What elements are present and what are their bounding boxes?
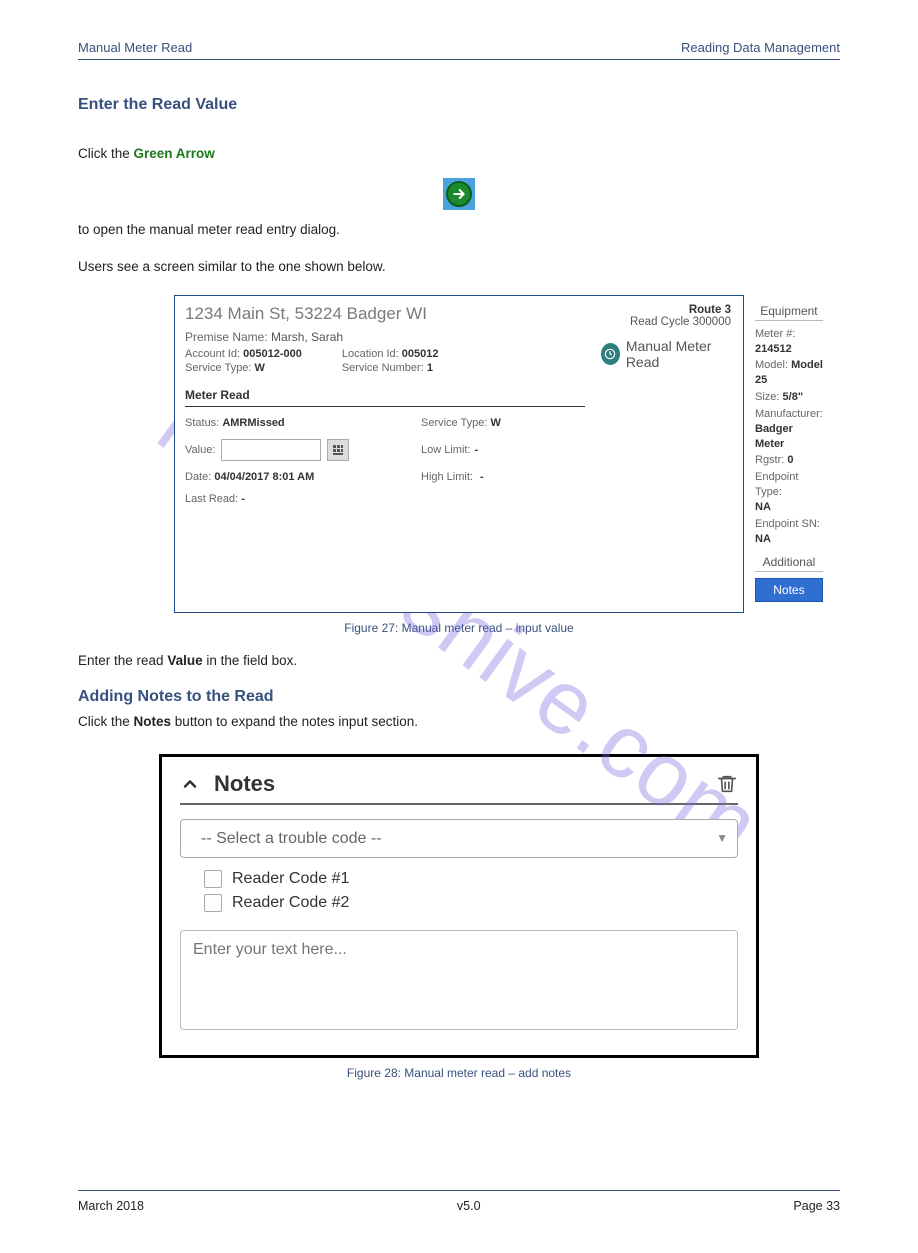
- read-cycle-label: Read Cycle 300000: [601, 316, 731, 328]
- service-number-value: 1: [427, 362, 433, 374]
- notes-header-title: Notes: [214, 771, 275, 797]
- manual-meter-read-dialog: 1234 Main St, 53224 Badger WI Premise Na…: [174, 295, 744, 613]
- last-read-value: -: [241, 493, 245, 505]
- reader-code-2-checkbox[interactable]: [204, 894, 222, 912]
- doc-header-right: Reading Data Management: [681, 40, 840, 55]
- premise-name-label: Premise Name:: [185, 330, 268, 344]
- figure27-caption: Figure 27: Manual meter read – input val…: [78, 621, 840, 635]
- endpoint-sn-label: Endpoint SN:: [755, 518, 820, 530]
- trouble-code-select[interactable]: -- Select a trouble code --: [180, 819, 738, 858]
- section-title-notes: Adding Notes to the Read: [78, 688, 840, 706]
- account-id-label: Account Id:: [185, 348, 240, 360]
- service-number-label: Service Number:: [342, 362, 424, 374]
- endpoint-type-value: NA: [755, 501, 771, 513]
- green-arrow-icon[interactable]: [443, 178, 475, 210]
- status-value: AMRMissed: [222, 417, 284, 429]
- service-type-value: W: [255, 362, 265, 374]
- endpoint-type-label: Endpoint Type:: [755, 471, 798, 498]
- notes-button[interactable]: Notes: [755, 578, 823, 602]
- manufacturer-label: Manufacturer:: [755, 408, 823, 420]
- meter-read-section-title: Meter Read: [185, 388, 585, 407]
- reader-code-2-label: Reader Code #2: [232, 894, 349, 912]
- model-label: Model:: [755, 359, 788, 371]
- size-value: 5/8": [783, 391, 804, 403]
- manual-meter-read-label: Manual Meter Read: [626, 338, 731, 370]
- register-value: 0: [787, 454, 793, 466]
- figure28-caption: Figure 28: Manual meter read – add notes: [78, 1066, 840, 1080]
- equipment-title: Equipment: [755, 304, 823, 321]
- status-label: Status:: [185, 417, 219, 429]
- meter-number-label: Meter #:: [755, 328, 795, 340]
- footer-left: March 2018: [78, 1199, 144, 1213]
- endpoint-sn-value: NA: [755, 533, 771, 545]
- register-label: Rgstr:: [755, 454, 784, 466]
- high-limit-value: -: [480, 471, 484, 483]
- date-label: Date:: [185, 471, 211, 483]
- keypad-icon[interactable]: [327, 439, 349, 461]
- doc-header-left: Manual Meter Read: [78, 40, 192, 55]
- input-instruction: Enter the read Value in the field box.: [78, 651, 840, 671]
- footer-right: Page 33: [793, 1199, 840, 1213]
- size-label: Size:: [755, 391, 779, 403]
- value-label: Value:: [185, 444, 215, 456]
- high-limit-label: High Limit:: [421, 471, 473, 483]
- date-value: 04/04/2017 8:01 AM: [214, 471, 314, 483]
- route-label: Route 3: [601, 304, 731, 316]
- meter-number-value: 214512: [755, 343, 792, 355]
- low-limit-label: Low Limit:: [421, 444, 471, 456]
- footer-center: v5.0: [457, 1199, 481, 1213]
- section-title-enter-value: Enter the Read Value: [78, 96, 840, 114]
- location-id-label: Location Id:: [342, 348, 399, 360]
- manufacturer-value: Badger Meter: [755, 423, 793, 450]
- meter-icon: [601, 343, 620, 365]
- notes-instruction: Click the Notes button to expand the not…: [78, 712, 840, 732]
- low-limit-value: -: [475, 444, 479, 456]
- read-svctype-value: W: [491, 417, 501, 429]
- address-heading: 1234 Main St, 53224 Badger WI: [185, 304, 585, 324]
- location-id-value: 005012: [402, 348, 439, 360]
- notes-textarea[interactable]: [180, 930, 738, 1030]
- instruction-paragraph-1: Click the Green Arrow: [78, 144, 840, 164]
- additional-title: Additional: [755, 555, 823, 572]
- green-arrow-label: Green Arrow: [134, 146, 215, 161]
- service-type-label: Service Type:: [185, 362, 251, 374]
- chevron-up-icon[interactable]: [180, 774, 200, 794]
- last-read-label: Last Read:: [185, 493, 238, 505]
- bottom-divider: [78, 1190, 840, 1191]
- premise-name-value: Marsh, Sarah: [271, 330, 343, 344]
- instruction-paragraph-1b: to open the manual meter read entry dial…: [78, 220, 840, 240]
- reader-code-1-label: Reader Code #1: [232, 870, 349, 888]
- reader-code-1-checkbox[interactable]: [204, 870, 222, 888]
- notes-panel: Notes -- Select a trouble code -- ▼ Read…: [159, 754, 759, 1058]
- trash-icon[interactable]: [716, 773, 738, 795]
- value-input[interactable]: [221, 439, 321, 461]
- top-divider: [78, 59, 840, 60]
- instruction-paragraph-2: Users see a screen similar to the one sh…: [78, 257, 840, 277]
- account-id-value: 005012-000: [243, 348, 302, 360]
- read-svctype-label: Service Type:: [421, 417, 487, 429]
